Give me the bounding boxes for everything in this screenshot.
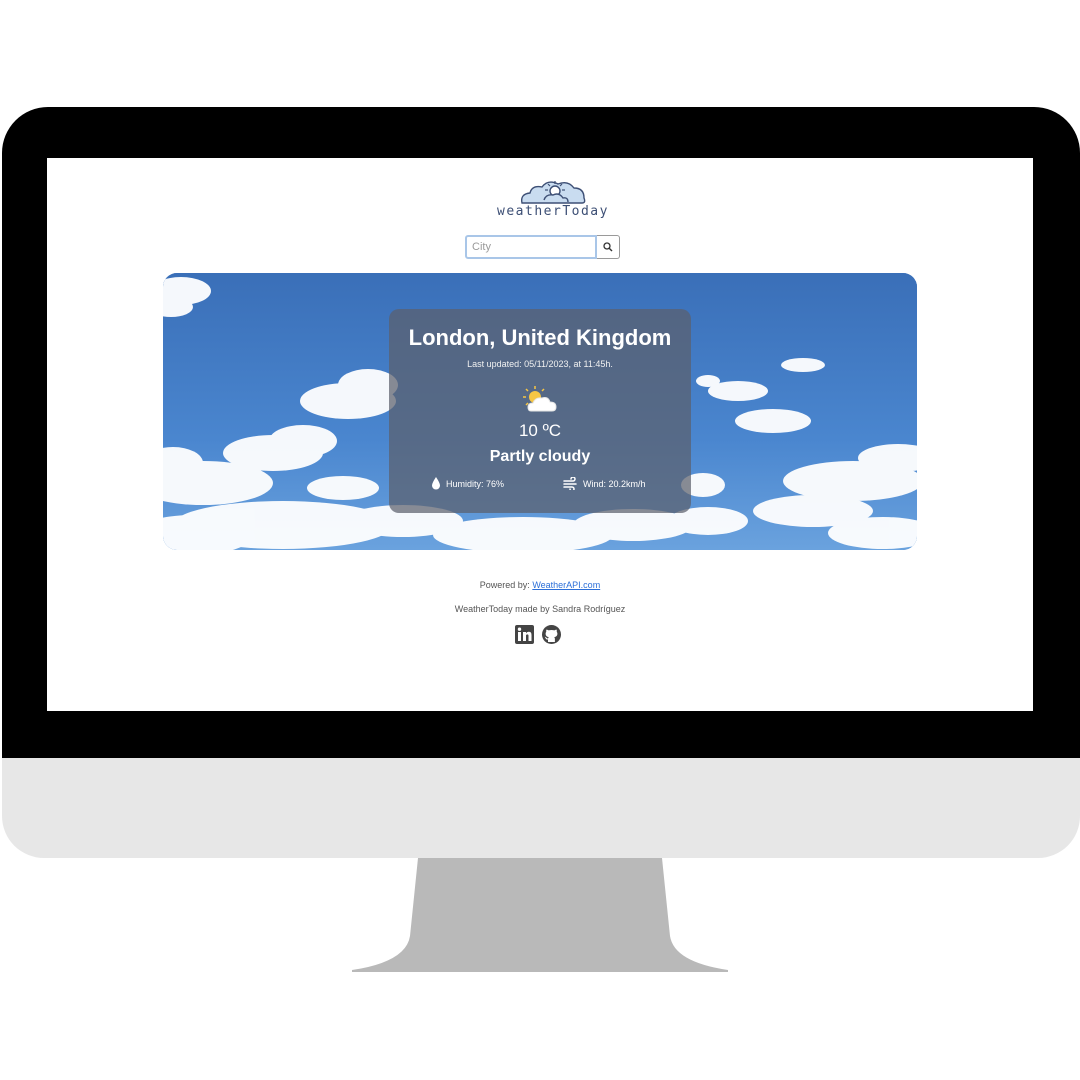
partly-cloudy-icon [522,385,558,420]
last-updated: Last updated: 05/11/2023, at 11:45h. [467,359,613,369]
app-screen: weatherToday City London, United Kingdom… [47,158,1033,711]
city-search-input[interactable] [465,235,597,259]
made-by-text: WeatherToday made by Sandra Rodríguez [454,604,626,614]
wind-stat: Wind: 20.2km/h [563,477,646,490]
app-logo[interactable]: weatherToday [493,176,613,219]
humidity-stat: Humidity: 76% [431,477,504,490]
github-icon[interactable] [542,625,561,644]
social-links [515,625,561,644]
powered-label: Powered by: [479,580,530,590]
humidity-label: Humidity: 76% [446,478,505,489]
droplet-icon [432,477,440,490]
powered-by: Powered by: WeatherAPI.com [47,580,1033,590]
temperature: 10 ºC [518,421,562,440]
search-bar [465,235,620,259]
logo-cloud-sun-icon [520,181,586,204]
monitor-chin [2,758,1080,858]
weather-hero: London, United Kingdom Last updated: 05/… [163,273,917,550]
monitor-stand [352,858,730,979]
search-icon [603,242,613,252]
wind-label: Wind: 20.2km/h [583,478,646,489]
weather-card: London, United Kingdom Last updated: 05/… [389,309,691,513]
condition-text: Partly cloudy [489,448,591,465]
linkedin-icon[interactable] [515,625,534,644]
search-button[interactable] [597,235,620,259]
wind-icon [563,477,577,490]
location-title: London, United Kingdom [408,325,672,350]
logo-text: weatherToday [497,204,609,219]
weatherapi-link[interactable]: WeatherAPI.com [532,580,600,590]
